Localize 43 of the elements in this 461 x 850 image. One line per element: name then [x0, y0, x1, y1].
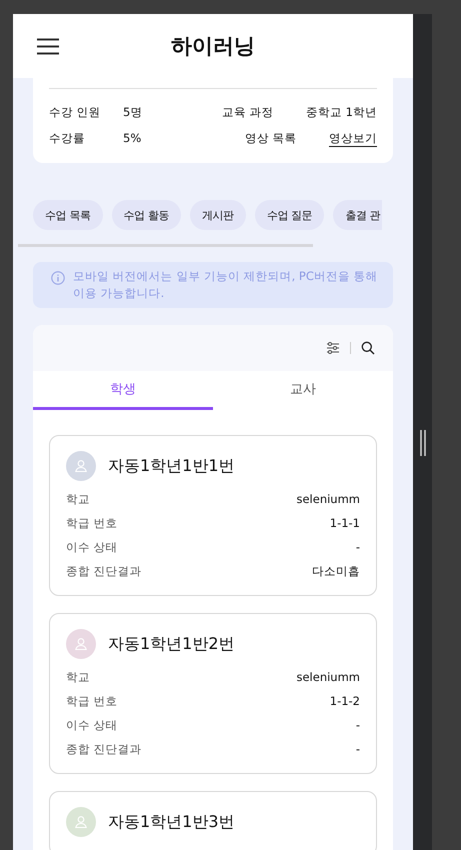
field-label: 학급 번호	[66, 694, 118, 708]
info-icon	[51, 271, 65, 285]
field-value: -	[356, 718, 360, 732]
student-card[interactable]: 자동1학년1반1번 학교 seleniumm 학급 번호 1-1-1 이수 상태 - 종합 진단결과 다소미흡	[49, 435, 377, 596]
field-value: 다소미흡	[312, 564, 360, 578]
field-label: 이수 상태	[66, 540, 118, 554]
info-value: 5%	[123, 131, 142, 145]
app-title: 하이러닝	[171, 33, 255, 60]
field-label: 학교	[66, 670, 90, 684]
info-label: 수강 인원	[49, 104, 102, 120]
student-name: 자동1학년1반2번	[108, 634, 235, 654]
field-label: 학교	[66, 492, 90, 506]
resize-handle-icon[interactable]	[420, 430, 426, 456]
field-value: 1-1-2	[330, 694, 360, 708]
field-value: -	[356, 742, 360, 756]
student-name: 자동1학년1반1번	[108, 456, 235, 476]
student-card[interactable]: 자동1학년1반2번 학교 seleniumm 학급 번호 1-1-2 이수 상태 - 종합 진단결과 -	[49, 613, 377, 774]
field-label: 이수 상태	[66, 718, 118, 732]
info-label: 영상 목록	[245, 130, 298, 146]
student-card[interactable]: 자동1학년1반3번	[49, 791, 377, 850]
info-value: 5명	[123, 104, 144, 120]
field-label: 학급 번호	[66, 516, 118, 530]
field-value: -	[356, 540, 360, 554]
filter-icon[interactable]	[326, 341, 340, 355]
field-label: 종합 진단결과	[66, 742, 142, 756]
scrollbar[interactable]	[18, 244, 313, 247]
info-value: 중학교 1학년	[306, 104, 377, 120]
search-icon[interactable]	[361, 341, 375, 355]
student-name: 자동1학년1반3번	[108, 812, 235, 832]
field-label: 종합 진단결과	[66, 564, 142, 578]
menu-chip[interactable]: 수업 목록	[33, 200, 102, 230]
menu-chip[interactable]: 게시판	[190, 200, 246, 230]
info-label: 수강률	[49, 130, 86, 146]
notice-text: 모바일 버전에서는 일부 기능이 제한되며, PC버전을 통해 이용 가능합니다.	[73, 268, 379, 302]
info-label: 교육 과정	[222, 104, 275, 120]
field-value: seleniumm	[296, 670, 360, 684]
field-value: 1-1-1	[330, 516, 360, 530]
menu-icon[interactable]	[37, 38, 59, 54]
menu-chip[interactable]: 수업 활동	[112, 200, 181, 230]
video-link[interactable]: 영상보기	[329, 130, 377, 146]
menu-chip[interactable]: 수업 질문	[254, 200, 324, 230]
field-value: seleniumm	[296, 492, 360, 506]
menu-chip[interactable]: 출결 관	[333, 200, 382, 230]
